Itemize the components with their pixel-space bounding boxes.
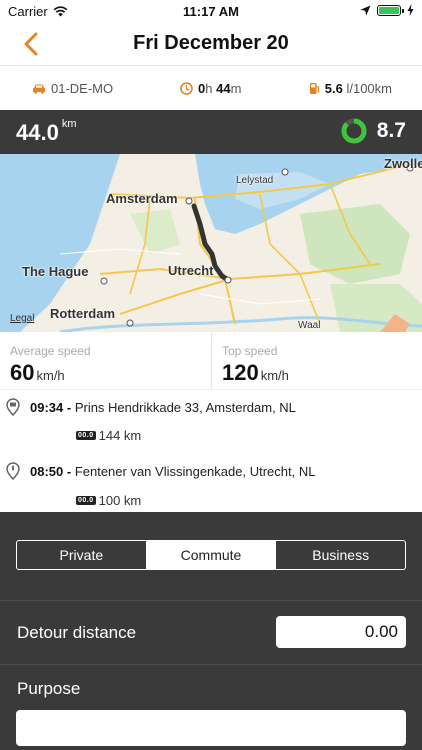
duration-text: 0h 44m xyxy=(198,80,242,96)
top-speed: Top speed 120 km/h xyxy=(211,332,422,390)
origin-pin-icon xyxy=(6,462,20,480)
fuel-consumption: 5.6 l/100km xyxy=(309,81,392,96)
distance-unit: km xyxy=(61,118,77,130)
trip-meta-row: 01-DE-MO 0h 44m 5.6 l/100km xyxy=(0,66,422,110)
battery-icon xyxy=(377,4,404,16)
nav-bar: Fri December 20 xyxy=(0,22,422,66)
map-label-the-hague: The Hague xyxy=(22,264,89,279)
route-map[interactable]: Amsterdam The Hague Rotterdam Utrecht Le… xyxy=(0,154,422,332)
trip-type-segmented-control: Private Commute Business xyxy=(16,540,406,570)
speed-stats: Average speed 60 km/h Top speed 120 km/h xyxy=(0,332,422,390)
top-speed-label: Top speed xyxy=(222,344,278,358)
map-label-lelystad: Lelystad xyxy=(236,175,274,186)
trip-duration: 0h 44m xyxy=(180,81,241,96)
purpose-input[interactable] xyxy=(16,710,406,746)
location-arrow-icon xyxy=(360,5,371,15)
clock-icon xyxy=(180,81,193,95)
fuel-pump-icon xyxy=(309,82,319,94)
trip-distance: 44.0 km xyxy=(16,118,77,146)
charging-bolt-icon xyxy=(407,4,414,16)
page-title: Fri December 20 xyxy=(133,32,289,54)
purpose-label: Purpose xyxy=(17,679,81,698)
average-speed: Average speed 60 km/h xyxy=(0,332,211,390)
detour-distance-label: Detour distance xyxy=(17,623,137,642)
distance-bar: 44.0 km 8.7 xyxy=(0,110,422,154)
stop-time-address: 09:34 - Prins Hendrikkade 33, Amsterdam,… xyxy=(30,400,296,415)
stop-odometer: 00.0 100 km xyxy=(76,493,142,508)
map-label-rotterdam: Rotterdam xyxy=(50,306,116,321)
map-label-utrecht: Utrecht xyxy=(168,263,214,278)
distance-value: 44.0 xyxy=(16,120,59,145)
map-label-waal: Waal xyxy=(298,320,321,331)
score-value: 8.7 xyxy=(376,119,406,142)
detour-distance-input[interactable] xyxy=(276,616,406,648)
trip-edit-panel: Private Commute Business Detour distance… xyxy=(0,512,422,750)
average-speed-value: 60 km/h xyxy=(10,360,65,385)
odometer-icon: 00.0 xyxy=(76,496,96,505)
segment-commute[interactable]: Commute xyxy=(146,541,277,569)
consumption-text: 5.6 l/100km xyxy=(324,80,392,96)
map-legal-link[interactable]: Legal xyxy=(10,313,34,324)
map-label-zwolle: Zwolle xyxy=(384,156,422,171)
score-ring-icon xyxy=(341,118,367,144)
status-bar: Carrier 11:17 AM xyxy=(0,0,422,22)
stop-odometer: 00.0 144 km xyxy=(76,428,142,443)
average-speed-label: Average speed xyxy=(10,344,91,358)
vehicle-plate: 01-DE-MO xyxy=(32,81,113,96)
driving-score: 8.7 xyxy=(341,118,406,144)
segment-business[interactable]: Business xyxy=(276,541,405,569)
odometer-icon: 00.0 xyxy=(76,431,96,440)
status-right xyxy=(360,4,414,16)
car-icon xyxy=(33,84,45,94)
map-label-amsterdam: Amsterdam xyxy=(106,191,178,206)
top-speed-value: 120 km/h xyxy=(222,360,289,385)
stop-time-address: 08:50 - Fentener van Vlissingenkade, Utr… xyxy=(30,464,316,479)
plate-text: 01-DE-MO xyxy=(51,80,114,96)
status-time: 11:17 AM xyxy=(183,4,239,19)
divider xyxy=(0,600,422,601)
divider xyxy=(0,664,422,665)
segment-private[interactable]: Private xyxy=(17,541,147,569)
destination-pin-icon xyxy=(6,398,20,416)
